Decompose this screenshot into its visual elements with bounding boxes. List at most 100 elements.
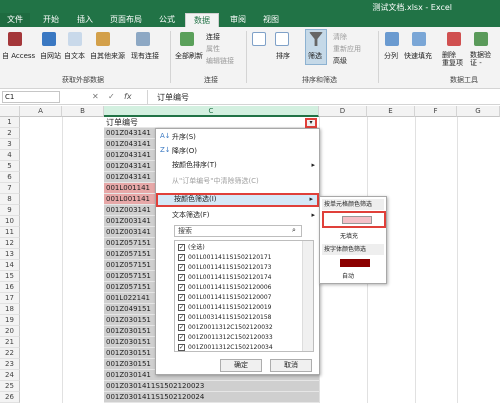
checkbox-icon: ✓ xyxy=(178,264,185,271)
tab-home[interactable]: 开始 xyxy=(36,13,66,27)
ok-button[interactable]: 确定 xyxy=(220,359,262,372)
row-header[interactable]: 16 xyxy=(0,282,20,293)
row-header[interactable]: 21 xyxy=(0,337,20,348)
filter-value-checkbox[interactable]: ✓ 001L0011411S1502120174 xyxy=(178,273,313,283)
column-header-c[interactable]: C xyxy=(104,106,319,117)
row-header[interactable]: 8 xyxy=(0,194,20,205)
tab-formulas[interactable]: 公式 xyxy=(152,13,182,27)
column-header-f[interactable]: F xyxy=(415,106,457,117)
cancel-icon[interactable]: ✕ xyxy=(92,92,99,101)
row-header[interactable]: 3 xyxy=(0,139,20,150)
from-other-sources-button[interactable]: 自其他来源 xyxy=(90,51,125,61)
existing-connections-button[interactable]: 现有连接 xyxy=(131,51,159,61)
column-header-a[interactable]: A xyxy=(20,106,62,117)
row-header[interactable]: 19 xyxy=(0,315,20,326)
row-header[interactable]: 12 xyxy=(0,238,20,249)
filter-value-checkbox[interactable]: ✓ 001L0011411S1502120019 xyxy=(178,303,313,313)
select-all-corner[interactable] xyxy=(0,106,20,117)
text-to-columns-button[interactable]: 分列 xyxy=(384,51,398,61)
filter-value-checkbox[interactable]: ✓ 001Z0011312C1502120033 xyxy=(178,333,313,343)
tab-page-layout[interactable]: 页面布局 xyxy=(104,13,148,27)
column-header-g[interactable]: G xyxy=(457,106,500,117)
properties-button[interactable]: 属性 xyxy=(206,44,220,54)
filter-value-checkbox[interactable]: ✓ 001L0011411S1502120173 xyxy=(178,263,313,273)
column-header-d[interactable]: D xyxy=(319,106,367,117)
table-cell[interactable]: 001Z0301411S1502120024 xyxy=(104,392,319,403)
from-web-button[interactable]: 自网站 xyxy=(40,51,61,61)
refresh-all-button[interactable]: 全部刷新 xyxy=(175,51,203,61)
row-header[interactable]: 7 xyxy=(0,183,20,194)
tab-file[interactable]: 文件 xyxy=(0,13,30,27)
filter-value-checkbox[interactable]: ✓ 001L0031411S1502120158 xyxy=(178,313,313,323)
name-box[interactable]: C1 xyxy=(2,91,60,103)
row-header[interactable]: 6 xyxy=(0,172,20,183)
auto-font-option[interactable]: 自动 xyxy=(342,271,354,280)
select-all-checkbox[interactable]: ✓ (全选) xyxy=(178,243,313,253)
clear-button[interactable]: 清除 xyxy=(333,32,347,42)
menu-sort-ascending[interactable]: 升序(S) xyxy=(156,131,319,143)
filter-value-checkbox[interactable]: ✓ 001Z0011312C1502120032 xyxy=(178,323,313,333)
cancel-button[interactable]: 取消 xyxy=(270,359,312,372)
column-header-e[interactable]: E xyxy=(367,106,415,117)
row-header[interactable]: 26 xyxy=(0,392,20,403)
row-header[interactable]: 4 xyxy=(0,150,20,161)
row-header[interactable]: 20 xyxy=(0,326,20,337)
filter-value-checkbox[interactable]: ✓ 001L0011411S1502120007 xyxy=(178,293,313,303)
from-text-button[interactable]: 自文本 xyxy=(64,51,85,61)
row-header[interactable]: 18 xyxy=(0,304,20,315)
no-fill-option[interactable]: 无填充 xyxy=(340,231,358,240)
flash-fill-button[interactable]: 快速填充 xyxy=(404,51,432,61)
text-to-columns-icon xyxy=(385,32,399,46)
tab-insert[interactable]: 插入 xyxy=(70,13,100,27)
group-sort-filter: 排序和筛选 xyxy=(302,76,337,84)
row-header[interactable]: 2 xyxy=(0,128,20,139)
row-header[interactable]: 15 xyxy=(0,271,20,282)
column-header-b[interactable]: B xyxy=(62,106,104,117)
row-header[interactable]: 17 xyxy=(0,293,20,304)
row-header[interactable]: 23 xyxy=(0,359,20,370)
enter-icon[interactable]: ✓ xyxy=(108,92,115,101)
menu-filter-by-color[interactable]: 按颜色筛选(I) ▸ xyxy=(156,193,319,207)
menu-sort-by-color[interactable]: 按颜色排序(T) ▸ xyxy=(156,159,319,171)
row-header[interactable]: 13 xyxy=(0,249,20,260)
menu-sort-descending[interactable]: 降序(O) xyxy=(156,145,319,157)
dark-red-font-option[interactable] xyxy=(340,259,370,267)
row-header[interactable]: 24 xyxy=(0,370,20,381)
tab-view[interactable]: 视图 xyxy=(256,13,286,27)
menu-text-filters[interactable]: 文本筛选(F) ▸ xyxy=(156,209,319,221)
connections-button[interactable]: 连接 xyxy=(206,32,220,42)
table-cell[interactable]: 001Z0301411S1502120023 xyxy=(104,381,319,392)
checkbox-icon: ✓ xyxy=(178,254,185,261)
reapply-button[interactable]: 重新应用 xyxy=(333,44,361,54)
data-validation-button[interactable]: 数据验 证 - xyxy=(470,51,491,67)
row-header[interactable]: 25 xyxy=(0,381,20,392)
advanced-button[interactable]: 高级 xyxy=(333,56,347,66)
row-header[interactable]: 22 xyxy=(0,348,20,359)
filter-dropdown-menu: A↓ 升序(S) Z↓ 降序(O) 按颜色排序(T) ▸ 从"订单编号"中清除筛选… xyxy=(155,128,320,375)
row-header[interactable]: 11 xyxy=(0,227,20,238)
filter-dropdown-button[interactable]: ▾ xyxy=(305,118,317,128)
fx-icon[interactable]: fx xyxy=(124,92,132,101)
row-header[interactable]: 9 xyxy=(0,205,20,216)
filter-button[interactable]: 筛选 xyxy=(308,51,322,61)
row-header[interactable]: 14 xyxy=(0,260,20,271)
pink-color-option[interactable] xyxy=(322,211,386,228)
sort-button[interactable]: 排序 xyxy=(276,51,290,61)
filter-value-checkbox[interactable]: ✓ 001Z0011312C1502120034 xyxy=(178,343,313,351)
remove-duplicates-button[interactable]: 删除 重复项 xyxy=(442,51,463,67)
edit-links-button[interactable]: 编辑链接 xyxy=(206,56,234,66)
filter-value-checkbox[interactable]: ✓ 001L0011411S1502120171 xyxy=(178,253,313,263)
filter-value-checkbox[interactable]: ✓ 001L0011411S1502120006 xyxy=(178,283,313,293)
row-header[interactable]: 5 xyxy=(0,161,20,172)
tab-review[interactable]: 审阅 xyxy=(223,13,253,27)
filter-search-input[interactable]: 搜索 xyxy=(174,225,302,237)
row-header[interactable]: 1 xyxy=(0,117,20,128)
header-cell[interactable]: 订单编号 xyxy=(104,117,319,128)
menu-clear-filter[interactable]: 从"订单编号"中清除筛选(C) xyxy=(156,175,319,187)
from-access-button[interactable]: 自 Access xyxy=(2,51,35,61)
filter-value-list[interactable]: ✓ (全选) ✓ 001L0011411S1502120171 ✓ 001L0011411… xyxy=(174,240,314,352)
list-scrollbar[interactable] xyxy=(302,241,313,351)
row-header[interactable]: 10 xyxy=(0,216,20,227)
formula-input[interactable]: 订单编号 xyxy=(157,92,189,103)
tab-data[interactable]: 数据 xyxy=(185,13,219,27)
